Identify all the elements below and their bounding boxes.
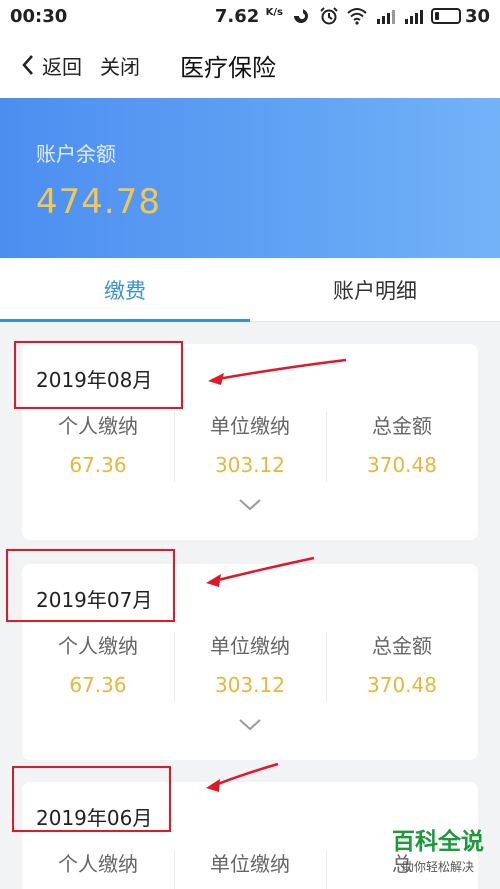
watermark-tagline: 助你轻松解决 (401, 860, 474, 874)
balance-value: 474.78 (36, 182, 161, 222)
column-value: 67.36 (69, 673, 127, 697)
column-value: 370.48 (367, 673, 437, 697)
column-label: 总金额 (372, 634, 432, 658)
column-label: 总金额 (372, 414, 432, 438)
column-label: 单位缴纳 (210, 634, 290, 658)
employer-contribution: 单位缴纳 (174, 848, 326, 889)
wifi-icon (347, 8, 367, 25)
chevron-left-icon (22, 55, 33, 75)
annotation-box (12, 766, 171, 832)
column-value: 303.12 (215, 453, 285, 477)
column-label: 个人缴纳 (58, 634, 138, 658)
notification-icon (293, 9, 308, 23)
column-label: 单位缴纳 (210, 414, 290, 438)
annotation-box (6, 549, 175, 622)
annotation-box (14, 341, 183, 409)
status-icons: 7.62 K/s 30 (215, 6, 490, 27)
status-bar: 00:30 7.62 K/s 30 (0, 0, 500, 32)
battery-fill (434, 12, 439, 20)
column-value: 370.48 (367, 453, 437, 477)
watermark-brand: 百科全说 (392, 829, 484, 855)
annotation-arrow-icon (206, 556, 315, 587)
total-amount: 总金额 370.48 (326, 630, 478, 702)
alarm-icon (320, 7, 338, 25)
signal-4g-icon (376, 10, 395, 24)
tab-account-details[interactable]: 账户明细 (250, 258, 500, 321)
network-speed-value: 7.62 (214, 5, 260, 27)
column-value: 67.36 (69, 453, 127, 477)
record-columns: 个人缴纳 67.36 单位缴纳 303.12 总金额 370.48 (22, 630, 478, 702)
network-speed: 7.62 K/s (215, 6, 283, 27)
balance-label: 账户余额 (36, 142, 116, 166)
network-speed-unit: K/s (265, 6, 283, 18)
personal-contribution: 个人缴纳 (22, 848, 174, 877)
signal-icon (404, 10, 423, 24)
battery-icon (430, 8, 461, 24)
employer-contribution: 单位缴纳 303.12 (174, 410, 326, 482)
chevron-down-icon[interactable] (238, 498, 262, 512)
annotation-arrow-icon (208, 358, 347, 385)
record-columns: 个人缴纳 67.36 单位缴纳 303.12 总金额 370.48 (22, 410, 478, 482)
annotation-arrow-icon (206, 762, 279, 792)
chevron-down-icon[interactable] (238, 718, 262, 732)
tab-bar: 缴费 账户明细 (0, 258, 500, 322)
battery-percent: 30 (464, 5, 490, 27)
back-button[interactable]: 返回 (20, 51, 82, 80)
total-amount: 总金额 370.48 (326, 410, 478, 482)
battery-indicator: 30 (430, 5, 490, 27)
tab-payment[interactable]: 缴费 (0, 258, 250, 322)
column-label: 个人缴纳 (58, 414, 138, 438)
status-time: 00:30 (10, 5, 68, 27)
personal-contribution: 个人缴纳 67.36 (22, 410, 174, 477)
nav-bar: 返回 关闭 医疗保险 (0, 32, 500, 98)
watermark-logo: 百科全说 助你轻松解决 (392, 822, 484, 875)
employer-contribution: 单位缴纳 303.12 (174, 630, 326, 702)
column-value: 303.12 (215, 673, 285, 697)
balance-panel: 账户余额 474.78 (0, 98, 500, 258)
close-button[interactable]: 关闭 (100, 51, 140, 80)
column-label: 单位缴纳 (210, 852, 290, 876)
page-title: 医疗保险 (180, 53, 276, 82)
back-label: 返回 (42, 54, 82, 79)
column-label: 个人缴纳 (58, 852, 138, 876)
personal-contribution: 个人缴纳 67.36 (22, 630, 174, 697)
